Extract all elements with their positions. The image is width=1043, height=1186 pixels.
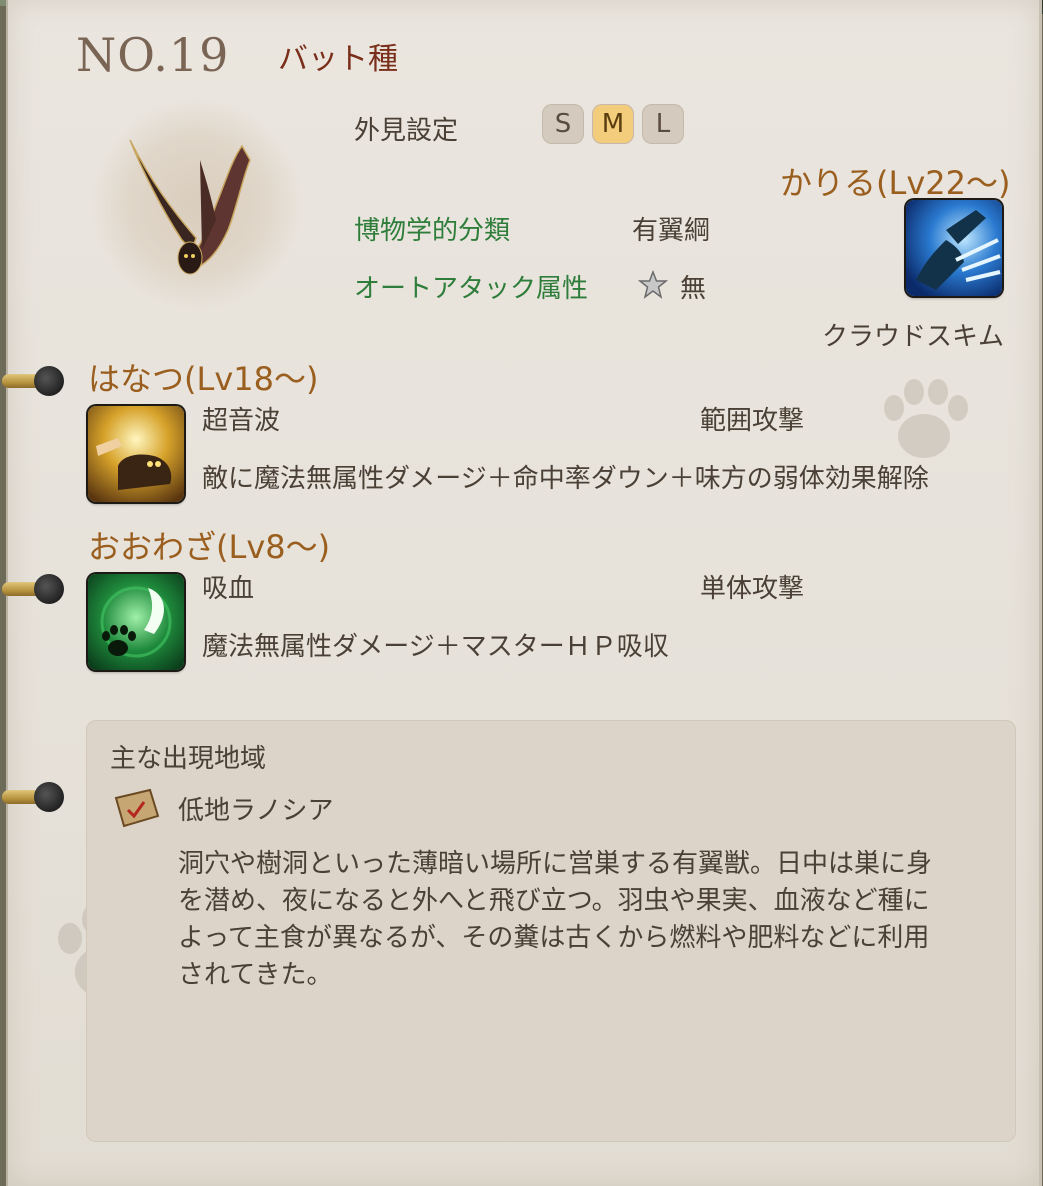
size-l-button[interactable]: L [642,104,684,144]
drain-skill-desc: 魔法無属性ダメージ＋マスターＨＰ吸収 [202,632,669,662]
paw-watermark-icon [884,379,968,458]
auto-attack-label: オートアタック属性 [354,274,589,304]
map-scroll-icon [114,788,160,828]
ultrasonic-skill-desc: 敵に魔法無属性ダメージ＋命中率ダウン＋味方の弱体効果解除 [202,464,929,494]
star-icon [638,270,668,299]
description-line: よって主食が異なるが、その糞は古くから燃料や肥料などに利用 [178,923,930,953]
description-line: を潜め、夜になると外へと飛び立つ。羽虫や果実、血液など種に [178,886,930,916]
drain-skill-name: 吸血 [202,574,255,604]
kariru-heading: かりる(Lv22～) [780,164,1011,202]
minion-number: NO.19 [76,28,230,82]
region-name: 低地ラノシア [178,796,334,826]
minion-name: バット種 [278,42,398,77]
ultrasonic-skill-type: 範囲攻撃 [700,406,805,436]
classification-label: 博物学的分類 [354,216,511,246]
region-title: 主な出現地域 [110,744,267,774]
size-selector: S M L [542,104,684,144]
binder-ring [2,366,64,396]
binder-ring [2,574,64,604]
binder-ring [2,782,64,812]
bat-icon [129,139,251,275]
cloud-skim-icon[interactable] [906,200,1002,296]
ultrasonic-skill-name: 超音波 [202,406,281,436]
auto-attack-value: 無 [680,274,707,304]
cloud-skim-label: クラウドスキム [822,322,1005,352]
size-m-button[interactable]: M [592,104,634,144]
region-description: 洞穴や樹洞といった薄暗い場所に営巣する有翼獣。日中は巣に身 を潜め、夜になると外… [178,846,998,994]
description-line: 洞穴や樹洞といった薄暗い場所に営巣する有翼獣。日中は巣に身 [178,849,933,879]
appearance-label: 外見設定 [354,116,459,146]
hanatsu-heading: はなつ(Lv18～) [88,360,319,398]
minion-portrait [92,100,302,310]
size-s-button[interactable]: S [542,104,584,144]
drain-skill-icon[interactable] [88,574,184,670]
oowaza-heading: おおわざ(Lv8～) [88,528,331,566]
classification-value: 有翼綱 [632,216,711,246]
drain-skill-type: 単体攻撃 [700,574,805,604]
description-line: されてきた。 [178,960,333,990]
ultrasonic-skill-icon[interactable] [88,406,184,502]
